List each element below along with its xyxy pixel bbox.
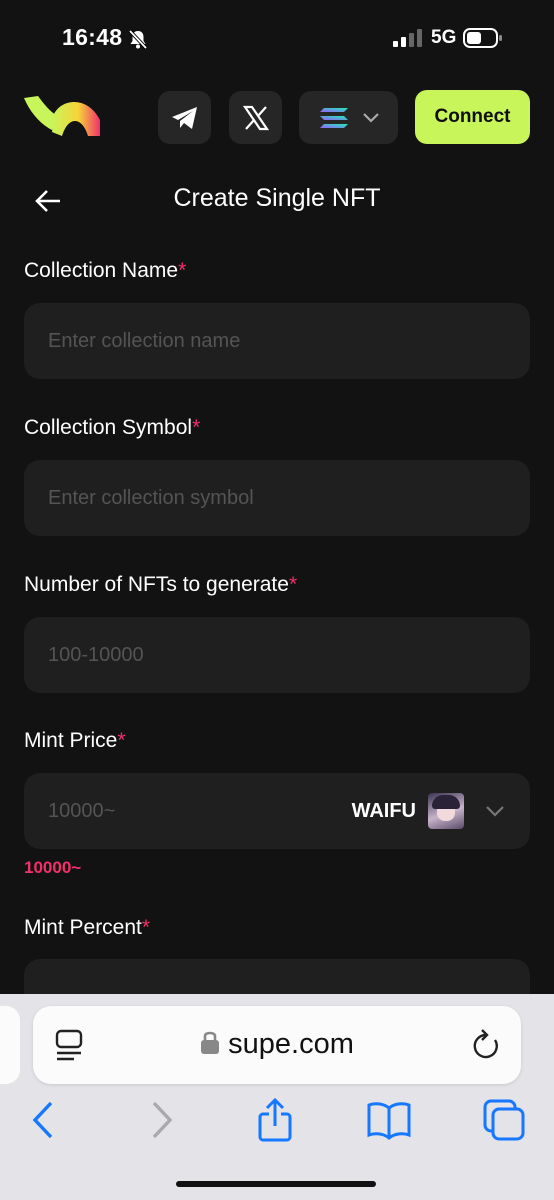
tabs-icon[interactable] xyxy=(482,1098,530,1142)
chevron-down-icon xyxy=(362,112,379,123)
telegram-button[interactable] xyxy=(158,91,211,144)
collection-name-placeholder: Enter collection name xyxy=(48,330,241,352)
status-time: 16:48 xyxy=(62,24,123,50)
num-nfts-label: Number of NFTs to generate* xyxy=(24,573,298,596)
forward-icon[interactable] xyxy=(137,1098,185,1142)
network-label: 5G xyxy=(431,27,457,48)
telegram-icon xyxy=(171,106,197,129)
token-select[interactable]: WAIFU xyxy=(352,773,504,849)
collection-symbol-placeholder: Enter collection symbol xyxy=(48,487,254,509)
mint-percent-label: Mint Percent* xyxy=(24,916,151,939)
lock-icon xyxy=(201,1031,220,1054)
token-name: WAIFU xyxy=(351,799,416,822)
reload-icon[interactable] xyxy=(470,1028,502,1062)
x-icon xyxy=(242,105,269,130)
battery-icon xyxy=(463,28,502,48)
share-icon[interactable] xyxy=(251,1098,299,1142)
mint-price-label: Mint Price* xyxy=(24,729,126,752)
collection-name-label: Collection Name* xyxy=(24,259,187,282)
x-twitter-button[interactable] xyxy=(229,91,282,144)
collection-symbol-label: Collection Symbol* xyxy=(24,416,201,439)
num-nfts-placeholder: 100-10000 xyxy=(48,644,144,666)
home-indicator xyxy=(176,1181,376,1187)
bookmarks-icon[interactable] xyxy=(365,1098,413,1142)
token-avatar xyxy=(428,793,464,829)
mint-price-error: 10000~ xyxy=(24,858,82,877)
num-nfts-input[interactable]: 100-10000 xyxy=(24,617,530,693)
bell-muted-icon xyxy=(128,29,148,50)
mint-price-input[interactable]: 10000~ WAIFU xyxy=(24,773,530,849)
page-title: Create Single NFT xyxy=(173,184,381,212)
logo-icon[interactable] xyxy=(22,94,102,138)
mint-price-placeholder: 10000~ xyxy=(48,800,116,822)
signal-icon xyxy=(393,29,422,47)
solana-icon xyxy=(319,107,348,128)
collection-symbol-input[interactable]: Enter collection symbol xyxy=(24,460,530,536)
chain-select-button[interactable] xyxy=(299,91,398,144)
collection-name-input[interactable]: Enter collection name xyxy=(24,303,530,379)
connect-button[interactable]: Connect xyxy=(415,90,530,144)
chevron-down-icon xyxy=(486,805,504,817)
back-icon[interactable] xyxy=(18,1098,66,1142)
